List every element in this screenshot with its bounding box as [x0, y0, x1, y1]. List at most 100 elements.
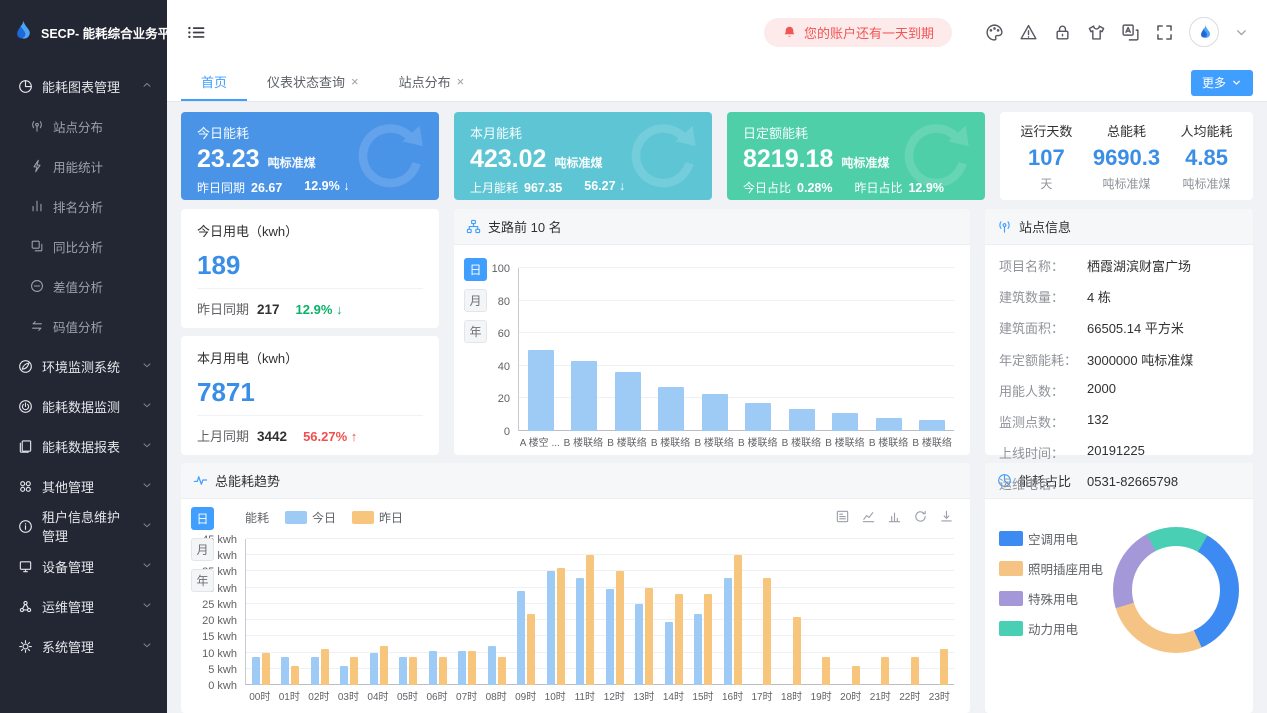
- branch-panel-title: 支路前 10 名: [488, 217, 562, 236]
- site-info-value: 66505.14 平方米: [1087, 318, 1184, 337]
- sidebar-item-6[interactable]: 设备管理: [0, 546, 167, 586]
- bar-group: [512, 539, 542, 685]
- legend-item-特殊用电[interactable]: 特殊用电: [999, 589, 1103, 608]
- legend-label: 特殊用电: [1028, 589, 1078, 608]
- translate-icon[interactable]: [1121, 23, 1140, 42]
- sidebar-item-1[interactable]: 环境监测系统: [0, 346, 167, 386]
- bar-今日: [724, 578, 732, 685]
- period-toggle-日[interactable]: 日: [464, 258, 487, 281]
- period-toggle-月[interactable]: 月: [191, 538, 214, 561]
- flame-logo-icon: [10, 18, 34, 47]
- legend-item-动力用电[interactable]: 动力用电: [999, 619, 1103, 638]
- kpi-cards: 今日能耗23.23吨标准煤昨日同期26.6712.9% ↓本月能耗423.02吨…: [181, 112, 985, 200]
- refresh-icon: [913, 509, 928, 524]
- bar-group: [453, 539, 483, 685]
- y-axis-label: 15 kwh: [202, 631, 237, 643]
- fullscreen-icon[interactable]: [1155, 23, 1174, 42]
- legend-swatch: [285, 511, 307, 524]
- kpi-card-2[interactable]: 日定额能耗8219.18吨标准煤今日占比0.28%昨日占比12.9%: [727, 112, 985, 200]
- more-button[interactable]: 更多: [1191, 70, 1253, 96]
- tab-label: 站点分布: [399, 72, 451, 91]
- main-area: 您的账户还有一天到期 首页仪表状态查询× 站点分布 × 更多: [167, 0, 1267, 713]
- legend-label: 昨日: [379, 509, 403, 526]
- pulse-icon: [193, 473, 208, 488]
- tshirt-icon[interactable]: [1087, 23, 1106, 42]
- bar-group: [519, 268, 563, 431]
- sidebar-item-label: 其他管理: [42, 477, 94, 496]
- bar-昨日: [675, 594, 683, 685]
- legend-item-空调用电[interactable]: 空调用电: [999, 529, 1103, 548]
- sidebar-item-3[interactable]: 能耗数据报表: [0, 426, 167, 466]
- sidebar-collapse-button[interactable]: [187, 23, 206, 42]
- bar-group: [606, 268, 650, 431]
- pie-legend: 空调用电照明插座用电特殊用电动力用电: [999, 529, 1103, 713]
- sidebar-subitem-4[interactable]: 差值分析: [0, 266, 167, 306]
- site-info-label: 监测点数：: [999, 412, 1087, 431]
- data-view-icon[interactable]: [835, 509, 850, 524]
- energy-share-panel: 能耗占比 空调用电照明插座用电特殊用电动力用电: [985, 463, 1253, 713]
- sidebar-subitem-5[interactable]: 码值分析: [0, 306, 167, 346]
- bottom-row: 总能耗趋势 日月年0 kwh5 kwh10 kwh15 kwh20 kwh25 …: [181, 463, 1253, 713]
- bar-今日: [370, 653, 378, 685]
- tab-0[interactable]: 首页: [181, 64, 247, 101]
- legend-item-照明插座用电[interactable]: 照明插座用电: [999, 559, 1103, 578]
- legend-item-昨日[interactable]: 昨日: [352, 509, 403, 526]
- site-info-label: 建筑数量：: [999, 287, 1087, 306]
- sidebar-item-2[interactable]: 能耗数据监测: [0, 386, 167, 426]
- sidebar-item-0[interactable]: 能耗图表管理: [0, 66, 167, 106]
- sidebar-item-5[interactable]: 租户信息维护管理: [0, 506, 167, 546]
- sidebar-subitem-1[interactable]: 用能统计: [0, 146, 167, 186]
- line-chart-icon[interactable]: [861, 509, 876, 524]
- summary-stat-1: 总能耗9690.3吨标准煤: [1093, 121, 1160, 192]
- download-icon[interactable]: [939, 509, 954, 524]
- tabbar: 首页仪表状态查询× 站点分布 × 更多: [167, 64, 1267, 102]
- y-axis-label: 40: [498, 361, 510, 373]
- bar-今日: [399, 657, 407, 685]
- stat-unit: 天: [1020, 175, 1072, 192]
- period-toggle-年[interactable]: 年: [191, 569, 214, 592]
- bar-今日: [311, 657, 319, 685]
- user-menu-chevron-icon[interactable]: [1234, 25, 1249, 40]
- refresh-icon[interactable]: [913, 509, 928, 524]
- kpi-value: 8219.18: [743, 145, 833, 174]
- bar-group: [693, 268, 737, 431]
- theme-palette-icon[interactable]: [985, 23, 1004, 42]
- period-toggle-年[interactable]: 年: [464, 320, 487, 343]
- bar-slots: [519, 268, 954, 431]
- usage-percent: 12.9% ↓: [296, 302, 343, 317]
- site-info-value: 132: [1087, 412, 1109, 431]
- bar-chart-icon[interactable]: [887, 509, 902, 524]
- account-expiry-notice[interactable]: 您的账户还有一天到期: [764, 18, 952, 47]
- sidebar-subitem-2[interactable]: 排名分析: [0, 186, 167, 226]
- tab-1[interactable]: 仪表状态查询×: [247, 64, 379, 101]
- compare-icon: [30, 239, 44, 253]
- bar-昨日: [262, 653, 270, 685]
- bar-昨日: [940, 649, 948, 685]
- kpi-card-1[interactable]: 本月能耗423.02吨标准煤上月能耗967.3556.27 ↓: [454, 112, 712, 200]
- sidebar-item-7[interactable]: 运维管理: [0, 586, 167, 626]
- period-toggle-月[interactable]: 月: [464, 289, 487, 312]
- warning-icon[interactable]: [1019, 23, 1038, 42]
- kpi-card-0[interactable]: 今日能耗23.23吨标准煤昨日同期26.6712.9% ↓: [181, 112, 439, 200]
- tab-close-icon[interactable]: ×: [457, 75, 465, 88]
- bar-group: [866, 539, 896, 685]
- x-axis-label: 15时: [688, 688, 718, 703]
- sidebar-subitem-3[interactable]: 同比分析: [0, 226, 167, 266]
- bar-今日: [665, 622, 673, 685]
- sidebar-subitem-0[interactable]: 站点分布: [0, 106, 167, 146]
- chevron-down-icon: [141, 559, 153, 571]
- notice-text: 您的账户还有一天到期: [804, 23, 934, 42]
- sidebar-item-8[interactable]: 系统管理: [0, 626, 167, 666]
- sidebar-item-4[interactable]: 其他管理: [0, 466, 167, 506]
- bar-chart-icon: [887, 509, 902, 524]
- stat-value: 4.85: [1181, 145, 1233, 171]
- tab-2[interactable]: 站点分布 ×: [379, 64, 485, 101]
- antenna-icon: [997, 219, 1012, 234]
- legend-item-今日[interactable]: 今日: [285, 509, 336, 526]
- tab-close-icon[interactable]: ×: [351, 75, 359, 88]
- avatar[interactable]: [1189, 17, 1219, 47]
- period-toggle-日[interactable]: 日: [191, 507, 214, 530]
- x-axis-label: 08时: [481, 688, 511, 703]
- lock-icon[interactable]: [1053, 23, 1072, 42]
- kpi-title: 日定额能耗: [743, 123, 969, 142]
